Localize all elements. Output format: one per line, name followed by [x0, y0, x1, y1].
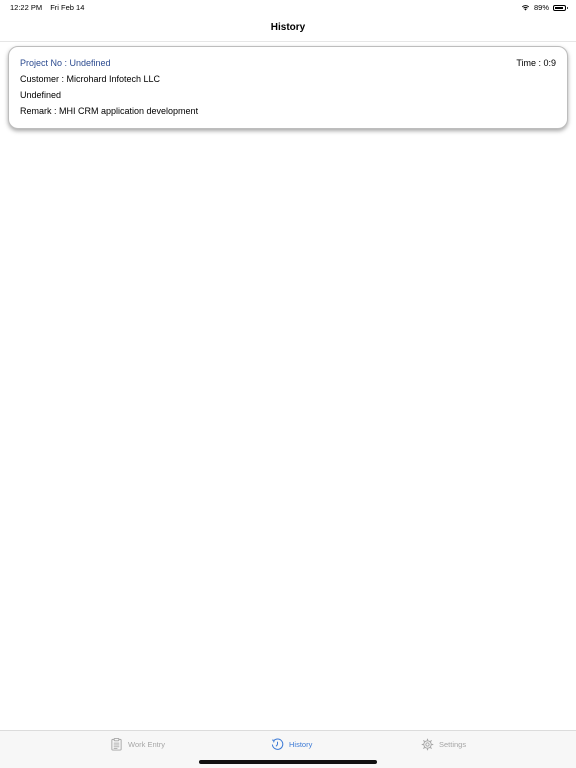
tab-work-entry-label: Work Entry [128, 740, 165, 749]
clipboard-icon [111, 738, 122, 751]
clock-history-icon [271, 738, 284, 750]
time-value: Time : 0:9 [516, 58, 556, 68]
home-indicator[interactable] [199, 760, 377, 764]
tab-history[interactable]: History [271, 738, 312, 751]
tab-history-label: History [289, 740, 313, 749]
status-time: 12:22 PM [10, 3, 43, 12]
history-list[interactable]: Project No : Undefined Time : 0:9 Custom… [0, 42, 576, 730]
remark-text: Remark : MHI CRM application development [20, 106, 199, 116]
tab-bar: Work Entry History Settings [0, 730, 576, 768]
page-title: History [270, 22, 306, 33]
status-bar: 12:22 PM Fri Feb 14 89% [0, 0, 576, 14]
entry-status: Undefined [20, 90, 62, 100]
app-screen: 12:22 PM Fri Feb 14 89% History Project … [0, 0, 576, 768]
battery-icon [553, 4, 568, 11]
navigation-bar: History [0, 14, 576, 42]
battery-fill [555, 6, 563, 9]
gear-icon [421, 738, 434, 751]
project-number: Project No : Undefined [20, 58, 111, 68]
tab-work-entry[interactable]: Work Entry [110, 738, 165, 751]
battery-percent: 89% [533, 3, 549, 12]
history-card[interactable]: Project No : Undefined Time : 0:9 Custom… [8, 46, 568, 129]
customer-name: Customer : Microhard Infotech LLC [20, 74, 161, 84]
tab-settings-label: Settings [439, 740, 467, 749]
wifi-icon [521, 5, 530, 11]
tab-settings[interactable]: Settings [421, 738, 466, 751]
status-left: 12:22 PM Fri Feb 14 [10, 3, 84, 12]
status-date: Fri Feb 14 [50, 3, 85, 12]
status-right: 89% [521, 3, 568, 12]
